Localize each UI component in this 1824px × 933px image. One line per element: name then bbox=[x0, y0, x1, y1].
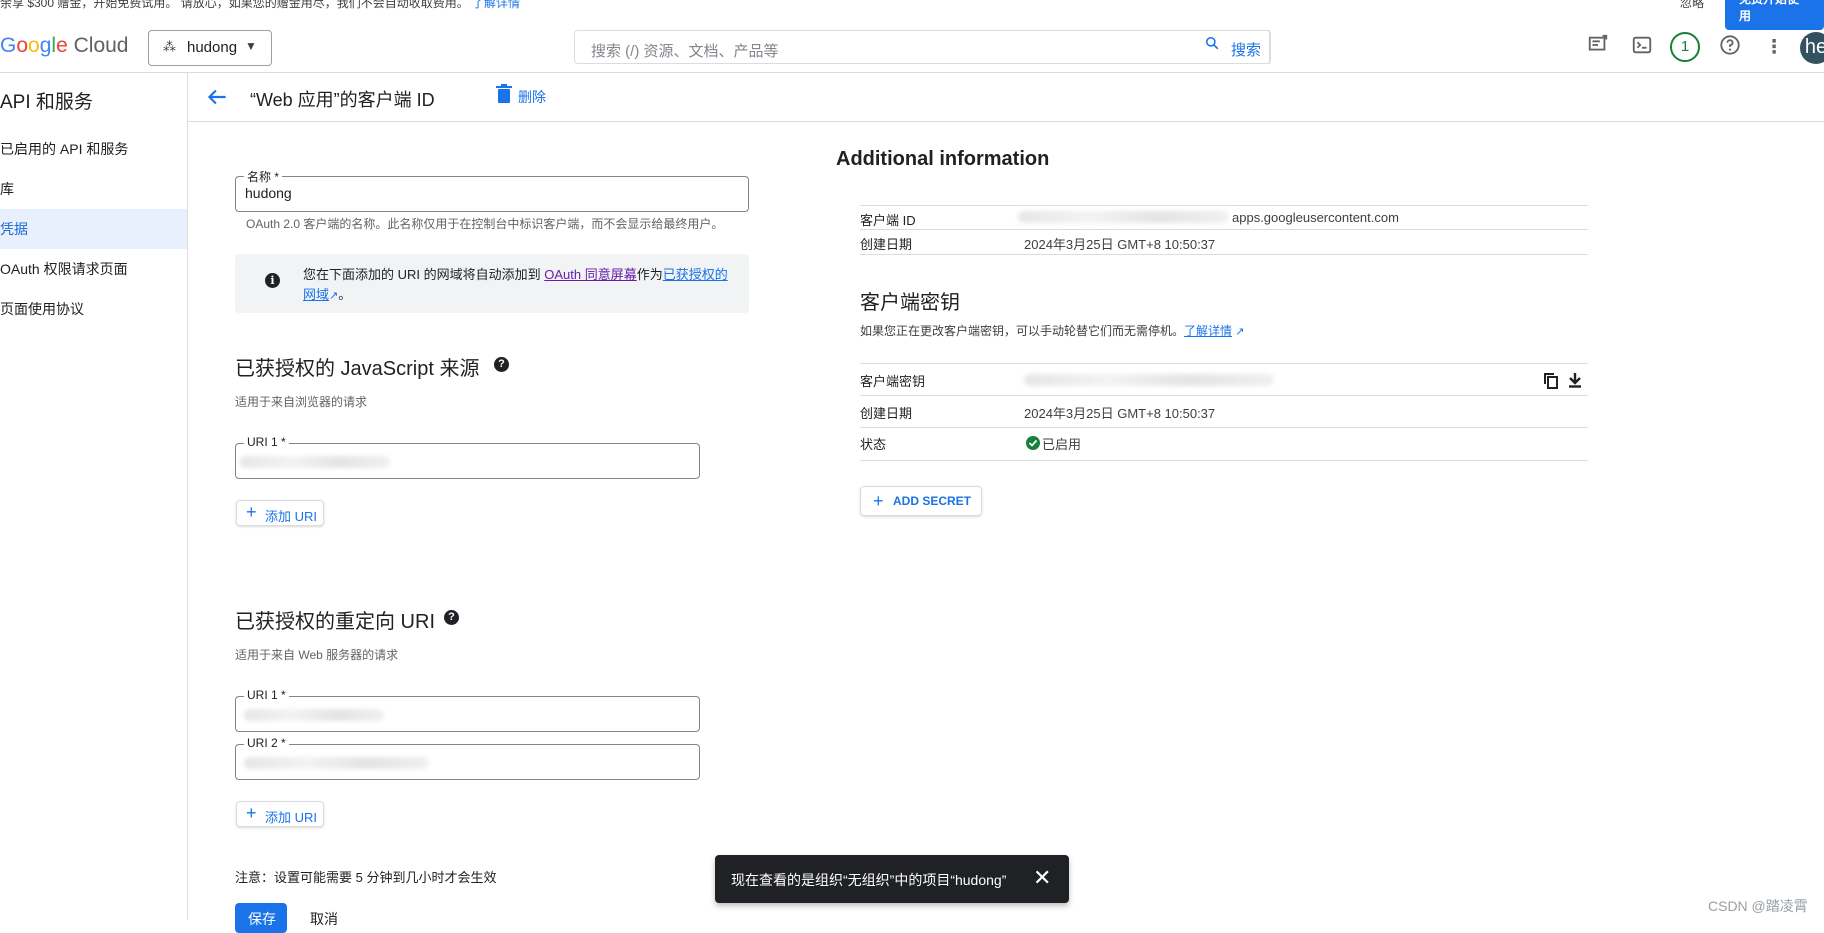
redacted-value bbox=[1024, 374, 1274, 386]
redirect-uri1-field[interactable]: URI 1 * bbox=[235, 688, 700, 732]
secret-status-key: 状态 bbox=[860, 437, 887, 452]
oauth-consent-link[interactable]: OAuth 同意屏幕 bbox=[544, 267, 636, 282]
sidebar-item-credentials[interactable]: 凭据 bbox=[0, 209, 187, 249]
promo-learn-more-link[interactable]: 了解详情 bbox=[472, 0, 520, 10]
client-id-key: 客户端 ID bbox=[860, 213, 916, 228]
plus-icon: + bbox=[246, 803, 257, 823]
client-secret-title: 客户端密钥 bbox=[860, 292, 960, 314]
redacted-value bbox=[240, 456, 390, 468]
created-row: 创建日期 2024年3月25日 GMT+8 10:50:37 bbox=[860, 229, 1588, 255]
search-input[interactable]: 搜索 (/) 资源、文档、产品等 bbox=[574, 30, 1270, 64]
help-icon[interactable] bbox=[1716, 34, 1744, 62]
snackbar: 现在查看的是组织“无组织”中的项目“hudong” ✕ bbox=[715, 855, 1069, 903]
download-icon[interactable] bbox=[1568, 372, 1582, 388]
js-origins-hint: 适用于来自浏览器的请求 bbox=[235, 395, 368, 409]
redacted-value bbox=[244, 709, 384, 721]
add-redirect-uri-button[interactable]: + 添加 URI bbox=[236, 801, 324, 827]
js-origin-uri1-label: URI 1 * bbox=[244, 435, 289, 449]
sidebar-item-page-usage-agreements[interactable]: 页面使用协议 bbox=[0, 289, 187, 329]
sidebar-title: API 和服务 bbox=[0, 92, 93, 113]
notifications-badge[interactable]: 1 bbox=[1670, 32, 1700, 62]
client-secret-row: 客户端密钥 bbox=[860, 363, 1588, 396]
check-circle-icon bbox=[1026, 436, 1040, 450]
search-button[interactable]: 搜索 bbox=[1195, 30, 1271, 64]
page-header: “Web 应用”的客户端 ID 删除 bbox=[188, 73, 1824, 122]
promo-dismiss-button[interactable]: 忽略 bbox=[1680, 0, 1704, 11]
open-in-new-icon: ↗ bbox=[329, 290, 339, 302]
client-id-row: 客户端 ID apps.googleusercontent.com bbox=[860, 205, 1588, 230]
name-field-label: 名称 * bbox=[244, 168, 283, 185]
name-field-value: hudong bbox=[245, 185, 292, 201]
cloud-shell-icon[interactable] bbox=[1628, 34, 1656, 62]
redirect-uri2-label: URI 2 * bbox=[244, 736, 289, 750]
client-secret-key: 客户端密钥 bbox=[860, 374, 926, 389]
client-secret-hint: 如果您正在更改客户端密钥，可以手动轮替它们而无需停机。了解详情 ↗ bbox=[860, 324, 1245, 338]
redirect-uris-hint: 适用于来自 Web 服务器的请求 bbox=[235, 648, 399, 662]
redacted-value bbox=[1018, 211, 1228, 223]
arrow-back-icon[interactable] bbox=[204, 84, 230, 110]
add-js-origin-button[interactable]: + 添加 URI bbox=[236, 500, 324, 526]
sidebar-item-library[interactable]: 库 bbox=[0, 169, 187, 209]
snackbar-text: 现在查看的是组织“无组织”中的项目“hudong” bbox=[731, 872, 1007, 888]
redirect-uri2-field[interactable]: URI 2 * bbox=[235, 736, 700, 780]
project-selector[interactable]: ⁂ hudong ▼ bbox=[148, 30, 272, 66]
help-icon[interactable]: ? bbox=[444, 610, 459, 625]
watermark: CSDN @踏凌霄 bbox=[1708, 898, 1808, 914]
secret-created-key: 创建日期 bbox=[860, 406, 913, 421]
redirect-uris-title: 已获授权的重定向 URI bbox=[235, 611, 435, 633]
info-text-line1: 您在下面添加的 URI 的网域将自动添加到 OAuth 同意屏幕作为已获授权的 bbox=[303, 267, 728, 282]
avatar[interactable]: he bbox=[1800, 32, 1824, 64]
promo-text: 余享 $300 赠金，开始免费试用。 请放心，如果您的赠金用尽，我们不会自动收取… bbox=[0, 0, 520, 11]
info-icon: i bbox=[265, 273, 280, 288]
page-title: “Web 应用”的客户端 ID bbox=[250, 90, 435, 110]
search-icon bbox=[1205, 36, 1219, 50]
add-secret-button[interactable]: + ADD SECRET bbox=[860, 486, 982, 516]
plus-icon: + bbox=[873, 491, 884, 511]
google-cloud-logo[interactable]: Google Cloud bbox=[0, 34, 128, 58]
help-icon[interactable]: ? bbox=[494, 357, 509, 372]
save-button[interactable]: 保存 bbox=[235, 903, 287, 933]
sidebar-item-enabled-apis[interactable]: 已启用的 API 和服务 bbox=[0, 129, 187, 169]
trash-icon bbox=[496, 84, 512, 103]
sidebar: API 和服务 已启用的 API 和服务 库 凭据 OAuth 权限请求页面 页… bbox=[0, 73, 188, 920]
secret-learn-more-link[interactable]: 了解详情 bbox=[1184, 324, 1232, 338]
chevron-down-icon: ▼ bbox=[245, 39, 257, 53]
promo-banner: 余享 $300 赠金，开始免费试用。 请放心，如果您的赠金用尽，我们不会自动收取… bbox=[0, 0, 1824, 30]
secret-status-value: 已启用 bbox=[1042, 437, 1082, 452]
redirect-uri1-label: URI 1 * bbox=[244, 688, 289, 702]
open-in-new-icon: ↗ bbox=[1232, 326, 1245, 338]
secret-status-row: 状态 已启用 bbox=[860, 427, 1588, 461]
secret-created-value: 2024年3月25日 GMT+8 10:50:37 bbox=[1024, 406, 1216, 421]
sidebar-item-oauth-consent[interactable]: OAuth 权限请求页面 bbox=[0, 249, 187, 289]
secret-created-row: 创建日期 2024年3月25日 GMT+8 10:50:37 bbox=[860, 395, 1588, 428]
feedback-icon[interactable] bbox=[1584, 34, 1612, 62]
authorized-domains-link-cont[interactable]: 网域 bbox=[303, 287, 329, 302]
cancel-button[interactable]: 取消 bbox=[310, 909, 338, 929]
top-header: Google Cloud ⁂ hudong ▼ 搜索 (/) 资源、文档、产品等… bbox=[0, 24, 1824, 73]
propagation-note: 注意：设置可能需要 5 分钟到几小时才会生效 bbox=[235, 870, 497, 885]
info-text-line2: 网域↗。 bbox=[303, 287, 352, 302]
additional-info-title: Additional information bbox=[836, 148, 1050, 170]
name-field[interactable]: 名称 * hudong bbox=[235, 168, 749, 212]
copy-icon[interactable] bbox=[1544, 373, 1558, 389]
redacted-value bbox=[244, 757, 429, 769]
plus-icon: + bbox=[246, 502, 257, 522]
js-origins-title: 已获授权的 JavaScript 来源 bbox=[235, 358, 480, 380]
info-box: i 您在下面添加的 URI 的网域将自动添加到 OAuth 同意屏幕作为已获授权… bbox=[235, 254, 749, 313]
js-origin-uri1-field[interactable]: URI 1 * bbox=[235, 435, 700, 479]
client-id-value-suffix: apps.googleusercontent.com bbox=[1232, 210, 1399, 225]
created-value: 2024年3月25日 GMT+8 10:50:37 bbox=[1024, 237, 1216, 252]
more-vert-icon[interactable]: ⋮ bbox=[1760, 34, 1788, 62]
authorized-domains-link[interactable]: 已获授权的 bbox=[663, 267, 728, 282]
created-key: 创建日期 bbox=[860, 237, 913, 252]
project-hierarchy-icon: ⁂ bbox=[163, 39, 176, 54]
close-icon[interactable]: ✕ bbox=[1033, 865, 1051, 891]
name-hint: OAuth 2.0 客户端的名称。此名称仅用于在控制台中标识客户端，而不会显示给… bbox=[246, 217, 724, 231]
project-name: hudong bbox=[187, 39, 238, 56]
